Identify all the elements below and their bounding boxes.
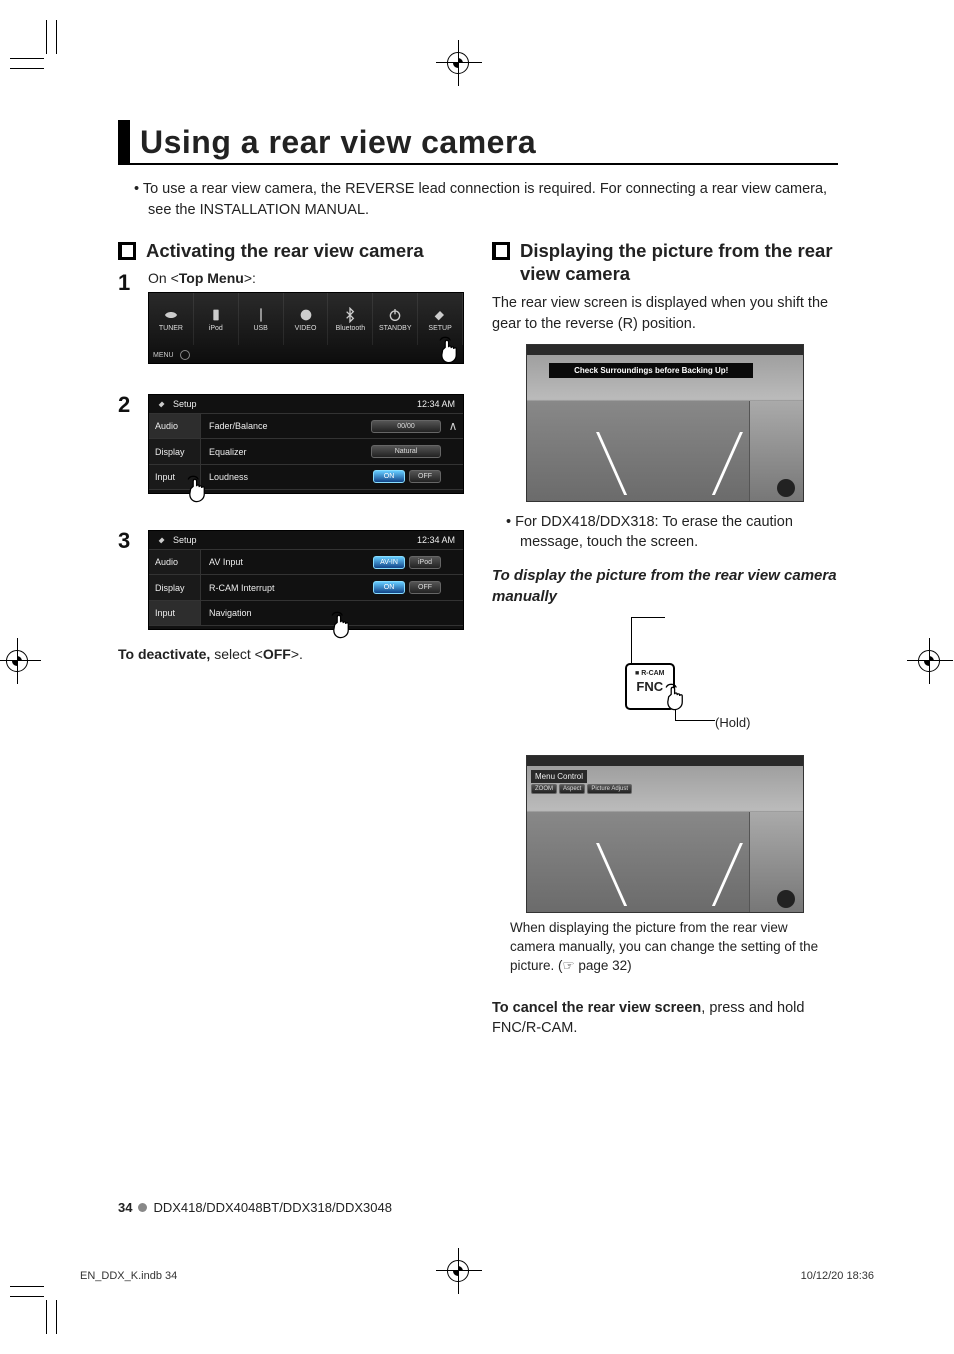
setup-screenshot-2: Setup 12:34 AM Audio Display Input Fader… bbox=[148, 394, 464, 494]
disc-icon bbox=[180, 350, 190, 360]
topmenu-bluetooth: Bluetooth bbox=[328, 293, 373, 345]
step1-text-a: On < bbox=[148, 270, 179, 286]
tap-hand-icon bbox=[183, 471, 217, 507]
topmenu-menu-label: MENU bbox=[153, 352, 174, 359]
page-footer: 34 DDX418/DDX4048BT/DDX318/DDX3048 bbox=[118, 1200, 392, 1215]
intro-text: To use a rear view camera, the REVERSE l… bbox=[118, 179, 838, 221]
setup2-row-fader: Fader/Balance bbox=[201, 421, 293, 431]
crop-mark bbox=[56, 1300, 57, 1334]
page-title-bar: Using a rear view camera bbox=[118, 120, 838, 165]
setup-screenshot-3: Setup 12:34 AM Audio Display Input AV In… bbox=[148, 530, 464, 630]
top-menu-screenshot: TUNER iPod USB VIDEO Bluetooth STANDBY S… bbox=[148, 292, 464, 364]
menu-control-label: Menu Control bbox=[531, 770, 587, 783]
crop-mark bbox=[56, 20, 57, 54]
print-footer-timestamp: 10/12/20 18:36 bbox=[801, 1270, 874, 1282]
setup3-tab-input: Input bbox=[149, 601, 201, 626]
step-number-2: 2 bbox=[118, 392, 136, 494]
crop-mark bbox=[17, 638, 18, 684]
setup2-row-eq: Equalizer bbox=[201, 447, 293, 457]
topmenu-tuner: TUNER bbox=[149, 293, 194, 345]
topmenu-ipod: iPod bbox=[194, 293, 239, 345]
section-bullet-icon bbox=[492, 242, 510, 260]
setup2-tab-display: Display bbox=[149, 439, 201, 464]
footer-dot-icon bbox=[138, 1203, 147, 1212]
setup3-tab-audio: Audio bbox=[149, 550, 201, 575]
step-number-1: 1 bbox=[118, 270, 136, 364]
caution-banner: Check Surroundings before Backing Up! bbox=[549, 363, 753, 378]
crop-mark bbox=[10, 1296, 44, 1297]
hold-label: (Hold) bbox=[715, 715, 750, 730]
fnc-mini-label: R-CAM bbox=[635, 670, 665, 677]
cancel-text: To cancel the rear view screen, press an… bbox=[492, 998, 838, 1039]
section-heading-activating: Activating the rear view camera bbox=[146, 239, 424, 262]
topmenu-standby: STANDBY bbox=[373, 293, 418, 345]
setup3-row-avinput: AV Input bbox=[201, 557, 293, 567]
fnc-label: FNC bbox=[636, 679, 663, 694]
crop-mark bbox=[458, 1248, 459, 1294]
setup2-tab-audio: Audio bbox=[149, 414, 201, 439]
setup3-row-rcam: R-CAM Interrupt bbox=[201, 583, 293, 593]
right-note: When displaying the picture from the rea… bbox=[510, 919, 820, 976]
scroll-up-icon: ∧ bbox=[449, 419, 458, 433]
step1-text-b: >: bbox=[244, 270, 256, 286]
deactivate-text: To deactivate, select <OFF>. bbox=[118, 646, 464, 662]
crop-mark bbox=[46, 1300, 47, 1334]
page-number: 34 bbox=[118, 1200, 132, 1215]
setup3-tab-display: Display bbox=[149, 575, 201, 600]
setup3-time: 12:34 AM bbox=[417, 535, 455, 545]
crop-mark bbox=[907, 660, 953, 661]
crop-mark bbox=[436, 62, 482, 63]
crop-mark bbox=[436, 1270, 482, 1271]
setup2-title: Setup bbox=[173, 399, 197, 409]
title-accent bbox=[118, 120, 130, 163]
tap-hand-icon bbox=[435, 332, 469, 369]
menu-pill-zoom: ZOOM bbox=[531, 784, 557, 794]
right-para-1: The rear view screen is displayed when y… bbox=[492, 293, 838, 334]
step1-bold: Top Menu bbox=[179, 270, 244, 286]
rear-camera-screenshot-1: Check Surroundings before Backing Up! bbox=[526, 344, 804, 502]
setup2-time: 12:34 AM bbox=[417, 399, 455, 409]
tap-hand-icon bbox=[327, 607, 361, 643]
footer-models: DDX418/DDX4048BT/DDX318/DDX3048 bbox=[153, 1200, 391, 1215]
topmenu-video: VIDEO bbox=[284, 293, 329, 345]
rear-camera-screenshot-2: Menu Control ZOOM Aspect Picture Adjust bbox=[526, 755, 804, 913]
crop-mark bbox=[458, 40, 459, 86]
crop-mark bbox=[10, 68, 44, 69]
print-footer-file: EN_DDX_K.indb 34 bbox=[80, 1270, 177, 1282]
page-title: Using a rear view camera bbox=[130, 120, 546, 163]
fnc-button-diagram: R-CAM FNC (Hold) bbox=[565, 617, 765, 737]
crop-mark bbox=[10, 58, 44, 59]
menu-pill-aspect: Aspect bbox=[559, 784, 585, 794]
setup3-title: Setup bbox=[173, 535, 197, 545]
crop-mark bbox=[929, 638, 930, 684]
right-bullet: For DDX418/DDX318: To erase the caution … bbox=[492, 512, 838, 553]
step-number-3: 3 bbox=[118, 528, 136, 630]
topmenu-usb: USB bbox=[239, 293, 284, 345]
menu-pill-picture: Picture Adjust bbox=[587, 784, 632, 794]
crop-mark bbox=[10, 1286, 44, 1287]
section-heading-displaying: Displaying the picture from the rear vie… bbox=[520, 239, 838, 285]
crop-mark bbox=[0, 660, 41, 661]
setup3-row-nav: Navigation bbox=[201, 608, 293, 618]
subheading-manual-display: To display the picture from the rear vie… bbox=[492, 566, 838, 607]
crop-mark bbox=[46, 20, 47, 54]
section-bullet-icon bbox=[118, 242, 136, 260]
